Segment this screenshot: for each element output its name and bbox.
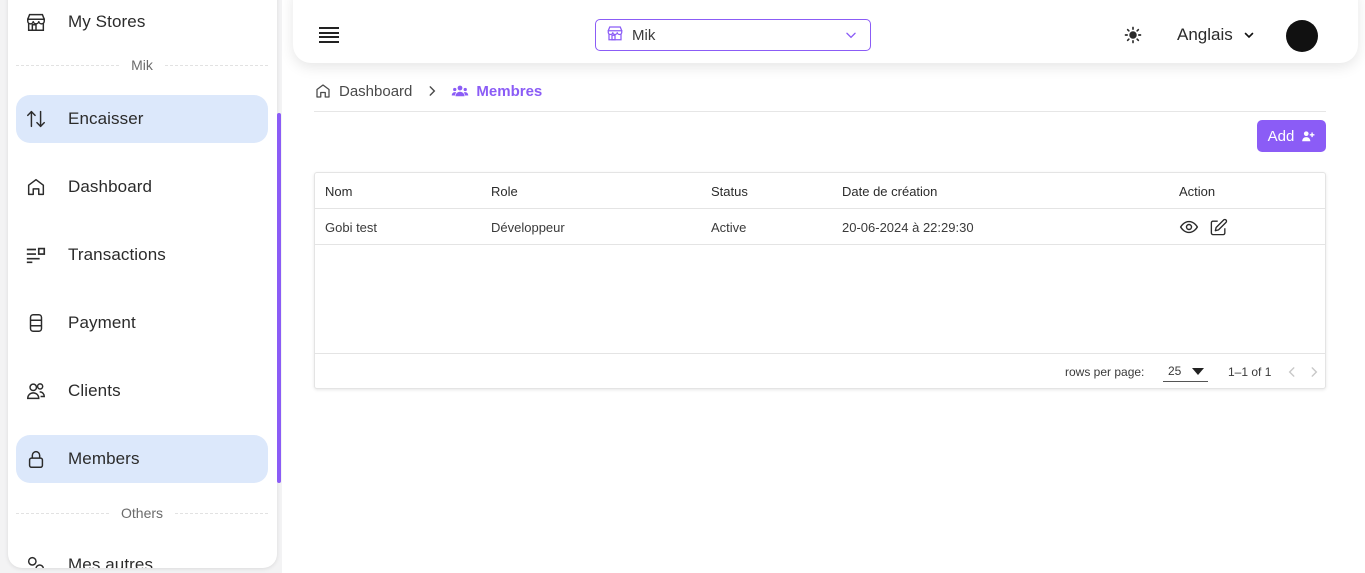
hamburger-icon-line (319, 40, 339, 43)
swap-vertical-icon (24, 107, 48, 131)
chevron-right-icon (425, 84, 439, 98)
sidebar: My Stores Mik Encaisser Dashboard Transa… (8, 0, 277, 568)
sidebar-item-payment[interactable]: Payment (16, 299, 268, 347)
rows-per-page-label: rows per page: (1065, 365, 1145, 379)
sidebar-item-label: Members (68, 449, 140, 468)
cell-status: Active (711, 219, 747, 235)
sidebar-item-dashboard[interactable]: Dashboard (16, 163, 268, 211)
sidebar-item-label: Transactions (68, 245, 166, 264)
add-member-button[interactable]: Add (1257, 120, 1326, 152)
page-info: 1–1 of 1 (1228, 365, 1272, 379)
sidebar-item-members[interactable]: Members (16, 435, 268, 483)
table-header: Nom Role Status Date de création Action (315, 173, 1325, 209)
sidebar-item-label: Clients (68, 381, 121, 400)
link-icon (24, 553, 48, 568)
sidebar-item-label: My Stores (68, 12, 146, 31)
sidebar-item-encaisser[interactable]: Encaisser (16, 95, 268, 143)
previous-page-icon[interactable] (1285, 364, 1299, 380)
section-divider-others: Others (16, 503, 268, 523)
hamburger-icon-line (319, 27, 339, 29)
theme-toggle-sun-icon[interactable] (1123, 25, 1143, 45)
table-pagination: rows per page: 25 1–1 of 1 (315, 353, 1325, 389)
column-header-date[interactable]: Date de création (842, 173, 937, 209)
section-label: Others (121, 505, 164, 521)
column-header-nom[interactable]: Nom (325, 173, 352, 209)
transactions-icon (24, 243, 48, 267)
language-selector[interactable]: Anglais (1177, 25, 1255, 45)
store-icon (606, 24, 624, 47)
column-header-action: Action (1179, 183, 1216, 199)
chevron-down-icon (844, 28, 858, 47)
sidebar-item-mes-autres[interactable]: Mes autres (16, 541, 268, 568)
store-selector[interactable]: Mik (595, 19, 871, 51)
sidebar-item-my-stores[interactable]: My Stores (16, 0, 268, 46)
section-divider-mik: Mik (16, 55, 268, 75)
column-header-status[interactable]: Status (711, 173, 748, 209)
users-icon (24, 379, 48, 403)
avatar[interactable] (1286, 20, 1318, 52)
home-icon (316, 84, 330, 98)
add-button-label: Add (1267, 127, 1295, 145)
cell-actions (1179, 209, 1237, 245)
lock-icon (24, 447, 48, 471)
users-group-icon (452, 85, 469, 97)
sidebar-scrollbar[interactable] (277, 113, 281, 483)
breadcrumb-current: Membres (451, 82, 542, 100)
breadcrumb-current-label: Membres (476, 82, 543, 100)
sidebar-item-label: Mes autres (68, 555, 154, 568)
breadcrumb-home-label: Dashboard (339, 82, 413, 100)
rows-per-page-value: 25 (1168, 364, 1182, 378)
sidebar-background: My Stores Mik Encaisser Dashboard Transa… (0, 0, 282, 573)
store-selector-value: Mik (632, 26, 656, 44)
payment-icon (24, 311, 48, 335)
hamburger-icon-line (319, 36, 339, 39)
caret-down-icon (1192, 368, 1204, 375)
section-label: Mik (131, 57, 153, 73)
hamburger-icon-line (319, 31, 339, 34)
members-table: Nom Role Status Date de création Action … (314, 172, 1326, 389)
menu-toggle-button[interactable] (319, 27, 339, 43)
edit-icon[interactable] (1208, 217, 1228, 237)
cell-nom: Gobi test (325, 219, 378, 235)
sidebar-item-label: Dashboard (68, 177, 153, 196)
chevron-down-icon (1244, 32, 1254, 39)
language-value: Anglais (1177, 25, 1233, 44)
breadcrumb-dashboard-link[interactable]: Dashboard (314, 82, 412, 100)
next-page-icon[interactable] (1307, 364, 1321, 380)
sidebar-item-label: Encaisser (68, 109, 144, 128)
top-bar: Mik Anglais (293, 0, 1358, 63)
table-row[interactable]: Gobi test Développeur Active 20-06-2024 … (315, 209, 1325, 245)
rows-per-page-select[interactable]: 25 (1163, 362, 1208, 382)
cell-role: Développeur (491, 219, 565, 235)
column-header-role[interactable]: Role (491, 173, 518, 209)
eye-icon[interactable] (1179, 217, 1199, 237)
breadcrumb: Dashboard Membres (314, 81, 542, 101)
sidebar-item-clients[interactable]: Clients (16, 367, 268, 415)
cell-date: 20-06-2024 à 22:29:30 (842, 219, 974, 235)
divider (314, 111, 1326, 112)
home-icon (24, 175, 48, 199)
store-icon (24, 10, 48, 34)
sidebar-item-label: Payment (68, 313, 136, 332)
add-user-icon (1302, 131, 1315, 142)
sidebar-item-transactions[interactable]: Transactions (16, 231, 268, 279)
